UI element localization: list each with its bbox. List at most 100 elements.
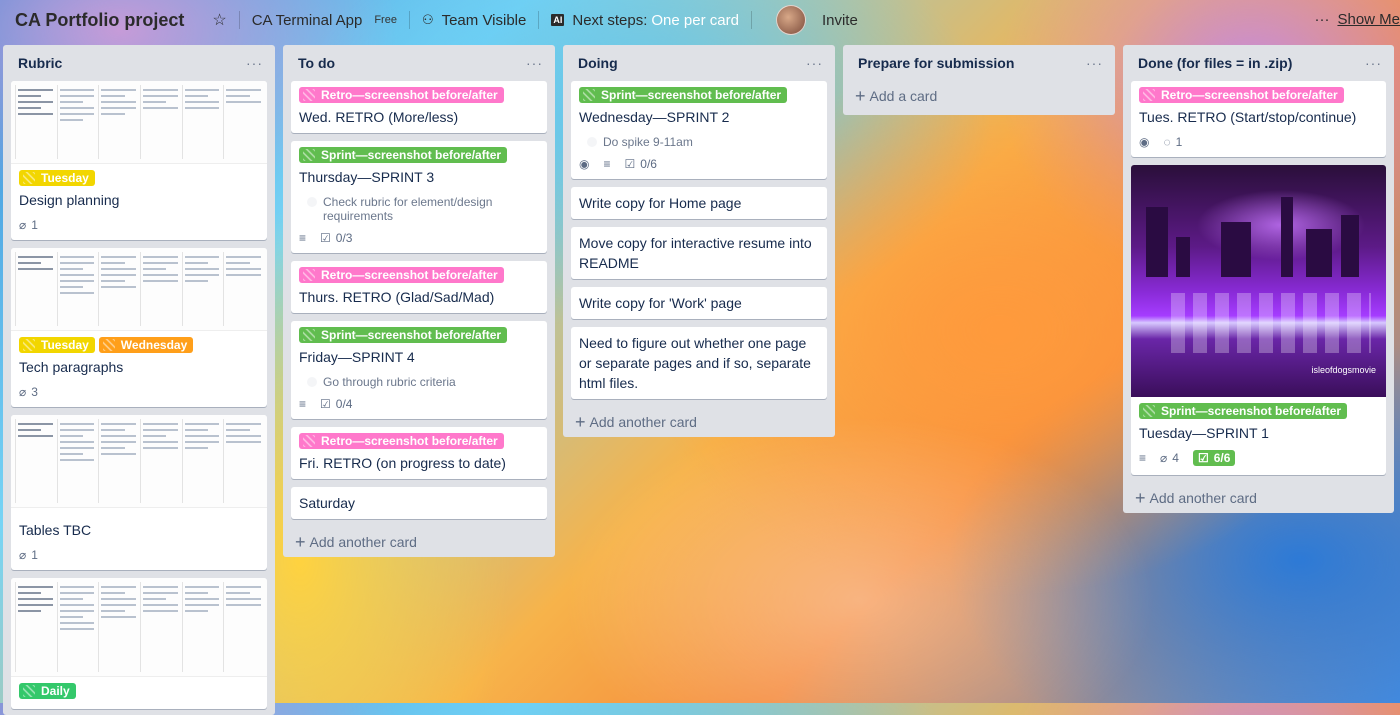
attachment-count: 4 (1172, 451, 1179, 465)
card[interactable]: Sprint—screenshot before/after Friday—SP… (291, 321, 547, 419)
plus-icon: + (1135, 487, 1146, 508)
checklist-count: 6/6 (1213, 451, 1231, 465)
description-badge: ≡ (299, 231, 306, 245)
list-menu-icon[interactable]: ··· (1365, 55, 1382, 71)
visibility-button[interactable]: Team Visible (442, 12, 527, 29)
list-menu-icon[interactable]: ··· (246, 55, 263, 71)
add-card-button[interactable]: + Add a card (843, 81, 1115, 111)
checklist-item[interactable]: Go through rubric criteria (307, 375, 539, 389)
description-badge: ≡ (1139, 451, 1146, 465)
list-title[interactable]: Prepare for submission (858, 55, 1014, 71)
add-card-button[interactable]: + Add another card (1123, 483, 1394, 513)
avatar[interactable] (775, 5, 806, 35)
star-icon[interactable]: ☆ (212, 10, 226, 30)
invite-button[interactable]: Invite (822, 12, 858, 29)
card-title: Fri. RETRO (on progress to date) (299, 455, 506, 471)
board-title[interactable]: CA Portfolio project (15, 10, 184, 31)
show-menu-label: Show Me (1337, 11, 1400, 28)
label-sprint[interactable]: Sprint—screenshot before/after (299, 327, 508, 343)
board-header: CA Portfolio project ☆ CA Terminal App F… (0, 0, 1400, 40)
checklist-icon: ☑ (320, 397, 331, 411)
checklist-item[interactable]: Do spike 9-11am (587, 135, 819, 149)
card[interactable]: Daily (11, 578, 267, 709)
card[interactable]: Tables TBC ⌀ 1 (11, 415, 267, 570)
watching-badge: ◉ (579, 157, 589, 171)
label-text: Sprint—screenshot before/after (321, 148, 502, 162)
card[interactable]: Need to figure out whether one page or s… (571, 327, 827, 399)
paperclip-icon: ⌀ (19, 218, 27, 232)
checklist-count: 0/6 (640, 157, 657, 171)
card[interactable]: Retro—screenshot before/after Fri. RETRO… (291, 427, 547, 479)
add-card-button[interactable]: + Add another card (283, 527, 555, 557)
label-retro[interactable]: Retro—screenshot before/after (1139, 87, 1344, 103)
attachment-count: 3 (31, 385, 38, 399)
label-retro[interactable]: Retro—screenshot before/after (299, 433, 504, 449)
label-daily[interactable]: Daily (19, 683, 76, 699)
description-icon: ≡ (603, 157, 611, 171)
description-icon: ≡ (299, 397, 307, 411)
list-rubric: Rubric ··· Tuesday Design planning ⌀ 1 T… (3, 45, 275, 715)
list-menu-icon[interactable]: ··· (1086, 55, 1103, 71)
label-tuesday[interactable]: Tuesday (19, 337, 95, 353)
checklist-item[interactable]: Check rubric for element/design requirem… (307, 195, 539, 223)
list-header: Prepare for submission ··· (843, 45, 1115, 81)
card-title: Friday—SPRINT 4 (299, 349, 415, 365)
checklist-badge: ☑ 0/4 (320, 397, 352, 411)
list-title[interactable]: To do (298, 55, 335, 71)
card[interactable]: Retro—screenshot before/after Tues. RETR… (1131, 81, 1386, 157)
label-wednesday[interactable]: Wednesday (98, 337, 194, 353)
butler-icon: AI (551, 14, 565, 26)
label-text: Retro—screenshot before/after (321, 88, 498, 102)
label-tuesday[interactable]: Tuesday (19, 170, 95, 186)
checkbox-icon (587, 137, 597, 147)
show-menu-button[interactable]: ··· Show Me (1314, 11, 1400, 28)
card-title: Tues. RETRO (Start/stop/continue) (1139, 109, 1357, 125)
list-done: Done (for files = in .zip) ··· Retro—scr… (1123, 45, 1394, 513)
card-cover-image: isleofdogsmovie (1131, 165, 1386, 397)
next-steps-label[interactable]: Next steps: (572, 12, 647, 29)
label-sprint[interactable]: Sprint—screenshot before/after (299, 147, 508, 163)
team-icon: ⚇ (421, 12, 434, 27)
list-menu-icon[interactable]: ··· (526, 55, 543, 71)
card[interactable]: Move copy for interactive resume into RE… (571, 227, 827, 279)
label-retro[interactable]: Retro—screenshot before/after (299, 267, 504, 283)
card[interactable]: Tuesday Wednesday Tech paragraphs ⌀ 3 (11, 248, 267, 407)
paperclip-icon: ⌀ (19, 548, 27, 562)
checklist-badge: ☑ 0/6 (625, 157, 657, 171)
divider (538, 11, 540, 29)
card-title: Thurs. RETRO (Glad/Sad/Mad) (299, 289, 495, 305)
card[interactable]: Write copy for 'Work' page (571, 287, 827, 319)
label-sprint[interactable]: Sprint—screenshot before/after (1139, 403, 1348, 419)
card[interactable]: isleofdogsmovie Sprint—screenshot before… (1131, 165, 1386, 475)
label-retro[interactable]: Retro—screenshot before/after (299, 87, 504, 103)
checklist-count: 0/3 (335, 231, 353, 245)
label-text: Tuesday (41, 338, 89, 352)
card[interactable]: Sprint—screenshot before/after Wednesday… (571, 81, 827, 179)
list-title[interactable]: Done (for files = in .zip) (1138, 55, 1292, 71)
list-title[interactable]: Doing (578, 55, 618, 71)
list-title[interactable]: Rubric (18, 55, 62, 71)
card[interactable]: Retro—screenshot before/after Wed. RETRO… (291, 81, 547, 133)
card-cover-image (11, 248, 267, 331)
attachment-badge: ⌀ 4 (1160, 451, 1179, 465)
card[interactable]: Saturday (291, 487, 547, 519)
attachment-count: 1 (31, 218, 38, 232)
plus-icon: + (855, 85, 866, 106)
checklist-item-text: Go through rubric criteria (323, 375, 456, 389)
card[interactable]: Write copy for Home page (571, 187, 827, 219)
add-card-label: Add another card (309, 534, 417, 550)
label-sprint[interactable]: Sprint—screenshot before/after (579, 87, 788, 103)
card[interactable]: Retro—screenshot before/after Thurs. RET… (291, 261, 547, 313)
card-title: Tables TBC (19, 522, 92, 538)
team-button[interactable]: CA Terminal App (252, 12, 363, 29)
list-menu-icon[interactable]: ··· (806, 55, 823, 71)
card-title: Tuesday—SPRINT 1 (1139, 425, 1269, 441)
add-card-button[interactable]: + Add another card (563, 407, 835, 437)
next-steps-value[interactable]: One per card (651, 12, 739, 29)
attachment-badge: ⌀ 1 (19, 548, 38, 562)
card[interactable]: Sprint—screenshot before/after Thursday—… (291, 141, 547, 253)
card[interactable]: Tuesday Design planning ⌀ 1 (11, 81, 267, 240)
list-header: Done (for files = in .zip) ··· (1123, 45, 1394, 81)
label-text: Daily (41, 684, 70, 698)
divider (238, 11, 240, 29)
